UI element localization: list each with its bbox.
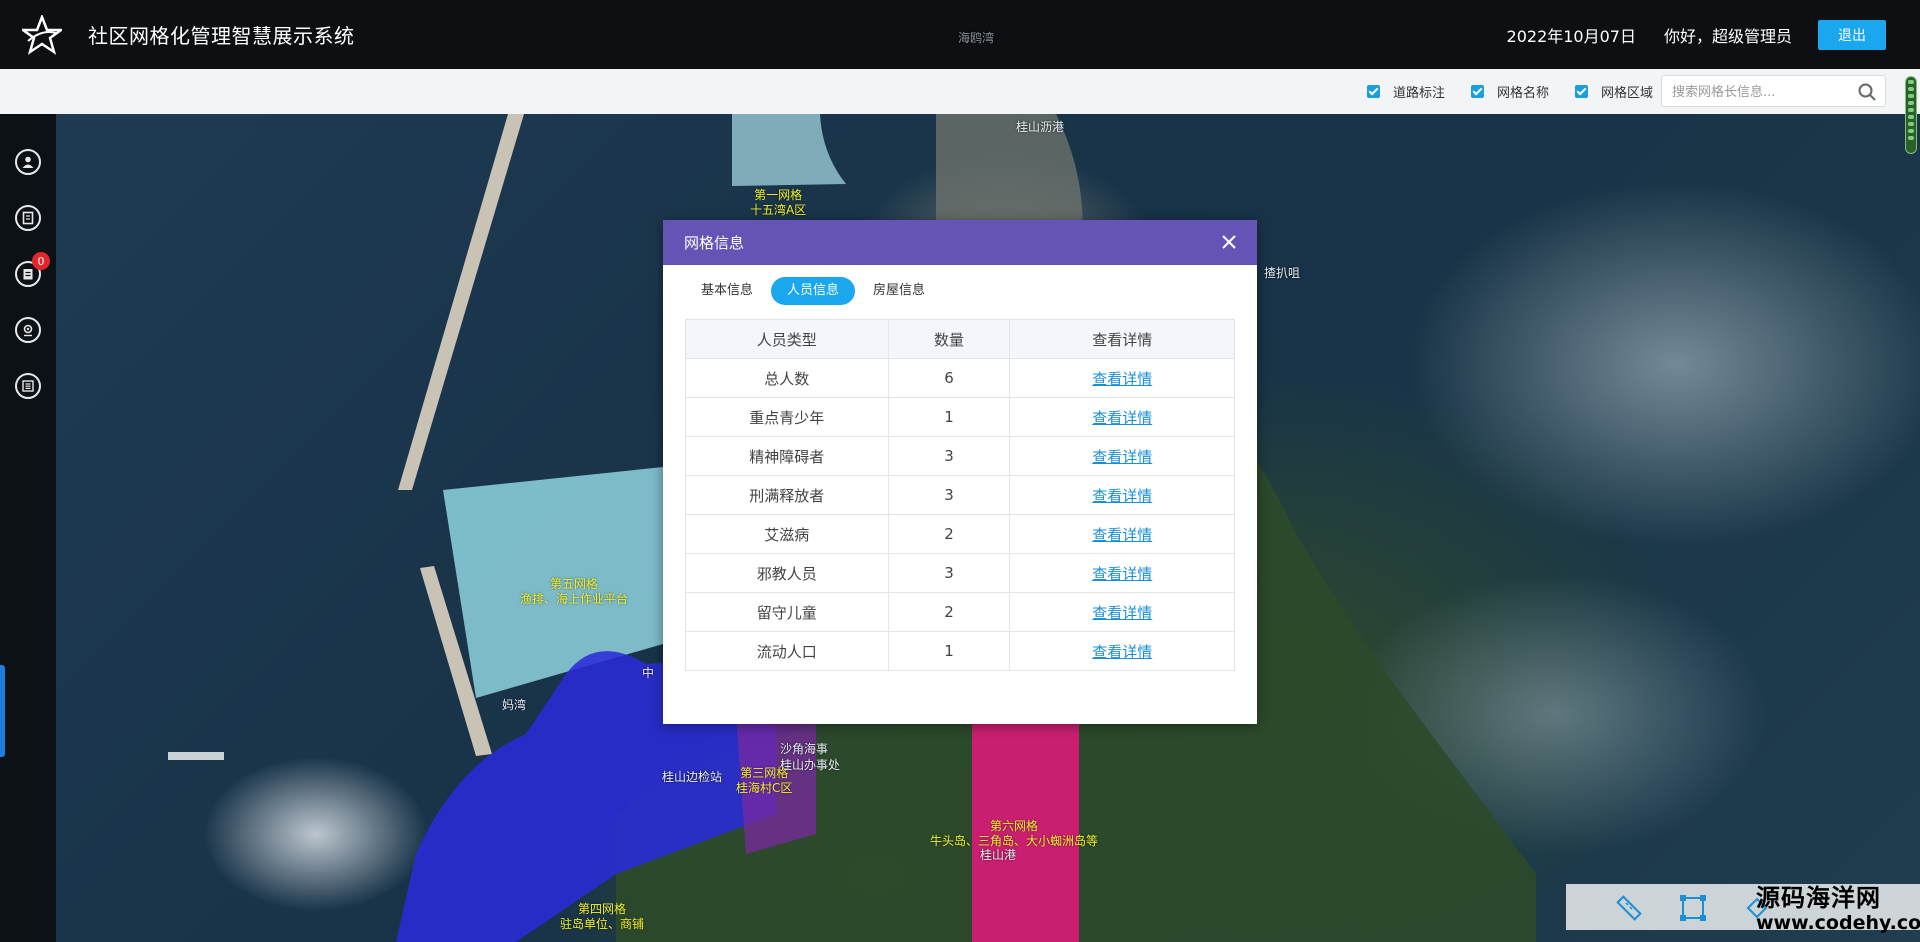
- dialog-title: 网格信息: [684, 234, 745, 252]
- toggle-label: 网格区域: [1600, 86, 1653, 101]
- place-label: 桂山港: [980, 848, 1017, 862]
- view-detail-link[interactable]: 查看详情: [1092, 565, 1152, 583]
- place-label: 揸扒咀: [1264, 266, 1301, 280]
- page-scrollbar[interactable]: [1905, 76, 1917, 154]
- layer-toggles: 道路标注 网格名称 网格区域: [1341, 69, 1653, 114]
- person-type: 流动人口: [685, 631, 889, 671]
- dialog-tabs: 基本信息 人员信息 房屋信息: [685, 277, 943, 305]
- table-row: 留守儿童 2 查看详情: [685, 592, 1235, 632]
- person-type: 精神障碍者: [685, 436, 889, 476]
- place-label: 海鸥湾: [958, 31, 995, 45]
- person-type: 留守儿童: [685, 592, 889, 632]
- dialog-header: 网格信息: [663, 220, 1257, 265]
- sidebar-item-users[interactable]: [15, 149, 41, 175]
- grid-leader-search: [1661, 75, 1886, 107]
- place-label: 中: [642, 666, 655, 680]
- list-icon: [22, 380, 34, 392]
- toggle-road-labels[interactable]: 道路标注: [1366, 82, 1445, 101]
- personnel-table: 人员类型 数量 查看详情 总人数 6 查看详情 重点青少年 1 查看详情 精神障…: [685, 319, 1235, 671]
- user-icon: [22, 156, 34, 168]
- view-detail-link[interactable]: 查看详情: [1092, 448, 1152, 466]
- table-row: 总人数 6 查看详情: [685, 358, 1235, 398]
- polygon-measure-icon[interactable]: [1678, 893, 1708, 923]
- app-title: 社区网格化管理智慧展示系统: [88, 24, 355, 48]
- table-row: 艾滋病 2 查看详情: [685, 514, 1235, 554]
- view-detail-link[interactable]: 查看详情: [1092, 643, 1152, 661]
- table-row: 刑满释放者 3 查看详情: [685, 475, 1235, 515]
- person-count: 3: [887, 553, 1011, 593]
- header-right: 2022年10月07日 你好，超级管理员 退出: [1507, 0, 1886, 69]
- grid-info-dialog: 网格信息 基本信息 人员信息 房屋信息 人员类型 数量 查看详情 总人数 6 查…: [663, 220, 1257, 724]
- grid-label-5[interactable]: 第五网格 渔排、海上作业平台: [520, 577, 628, 607]
- person-count: 1: [887, 631, 1011, 671]
- watermark-url: www.codehy.com: [1756, 912, 1920, 934]
- person-type: 邪教人员: [685, 553, 889, 593]
- table-row: 重点青少年 1 查看详情: [685, 397, 1235, 437]
- grid-label-1[interactable]: 第一网格 十五湾A区: [750, 188, 806, 218]
- toggle-label: 网格名称: [1496, 86, 1549, 101]
- notice-icon: [23, 269, 33, 280]
- view-detail-link[interactable]: 查看详情: [1092, 526, 1152, 544]
- person-type: 重点青少年: [685, 397, 889, 437]
- grid-label-4[interactable]: 第四网格 驻岛单位、商铺: [560, 902, 644, 932]
- close-icon[interactable]: [1219, 232, 1239, 252]
- boat: [168, 752, 224, 760]
- location-icon: [23, 324, 33, 337]
- app-logo-icon: [22, 14, 62, 55]
- building-icon: [22, 211, 34, 225]
- place-label: 桂山办事处: [780, 758, 841, 772]
- toggle-grid-areas[interactable]: 网格区域: [1574, 82, 1653, 101]
- left-sidebar: 0: [0, 114, 56, 942]
- grid-zone-1[interactable]: [732, 114, 846, 186]
- person-type: 刑满释放者: [685, 475, 889, 515]
- checkbox-checked-icon[interactable]: [1470, 85, 1484, 98]
- person-type: 艾滋病: [685, 514, 889, 554]
- tab-housing-info[interactable]: 房屋信息: [857, 277, 941, 305]
- table-row: 精神障碍者 3 查看详情: [685, 436, 1235, 476]
- checkbox-checked-icon[interactable]: [1366, 85, 1380, 98]
- column-header-detail: 查看详情: [1009, 319, 1235, 359]
- place-label: 桂山边检站: [662, 770, 723, 784]
- tab-basic-info[interactable]: 基本信息: [685, 277, 769, 305]
- sidebar-item-buildings[interactable]: [15, 205, 41, 231]
- person-count: 2: [887, 592, 1011, 632]
- person-count: 1: [887, 397, 1011, 437]
- view-detail-link[interactable]: 查看详情: [1092, 604, 1152, 622]
- place-label: 桂山沥港: [1016, 120, 1065, 134]
- view-detail-link[interactable]: 查看详情: [1092, 370, 1152, 388]
- watermark-title: 源码海洋网: [1756, 884, 1881, 912]
- breakwater: [398, 114, 524, 490]
- sidebar-item-locations[interactable]: [15, 317, 41, 343]
- map-toolbar: 道路标注 网格名称 网格区域: [0, 69, 1920, 114]
- table-header-row: 人员类型 数量 查看详情: [685, 319, 1235, 359]
- column-header-type: 人员类型: [685, 319, 889, 359]
- current-date: 2022年10月07日: [1506, 26, 1636, 46]
- sidebar-collapse-handle[interactable]: [0, 665, 5, 757]
- person-count: 3: [887, 475, 1011, 515]
- sidebar-item-list[interactable]: [15, 373, 41, 399]
- tab-personnel-info[interactable]: 人员信息: [771, 277, 856, 305]
- ruler-icon[interactable]: [1614, 893, 1644, 923]
- user-greeting: 你好，超级管理员: [1663, 26, 1792, 46]
- table-row: 流动人口 1 查看详情: [685, 631, 1235, 671]
- person-type: 总人数: [685, 358, 889, 398]
- search-icon[interactable]: [1857, 82, 1877, 102]
- person-count: 6: [887, 358, 1011, 398]
- place-label: 妈湾: [502, 698, 527, 712]
- view-detail-link[interactable]: 查看详情: [1092, 487, 1152, 505]
- toggle-grid-names[interactable]: 网格名称: [1470, 82, 1549, 101]
- view-detail-link[interactable]: 查看详情: [1092, 409, 1152, 427]
- grid-label-6[interactable]: 第六网格 牛头岛、三角岛、大小蜘洲岛等: [930, 819, 1098, 849]
- toggle-label: 道路标注: [1392, 86, 1445, 101]
- column-header-count: 数量: [887, 319, 1011, 359]
- place-label: 沙角海事: [780, 742, 829, 756]
- person-count: 3: [887, 436, 1011, 476]
- watermark: 源码海洋网 www.codehy.com: [1756, 884, 1920, 934]
- person-count: 2: [887, 514, 1011, 554]
- search-input[interactable]: [1672, 82, 1847, 102]
- checkbox-checked-icon[interactable]: [1574, 85, 1588, 98]
- table-row: 邪教人员 3 查看详情: [685, 553, 1235, 593]
- notice-count-badge: 0: [32, 252, 50, 270]
- logout-button[interactable]: 退出: [1818, 19, 1886, 50]
